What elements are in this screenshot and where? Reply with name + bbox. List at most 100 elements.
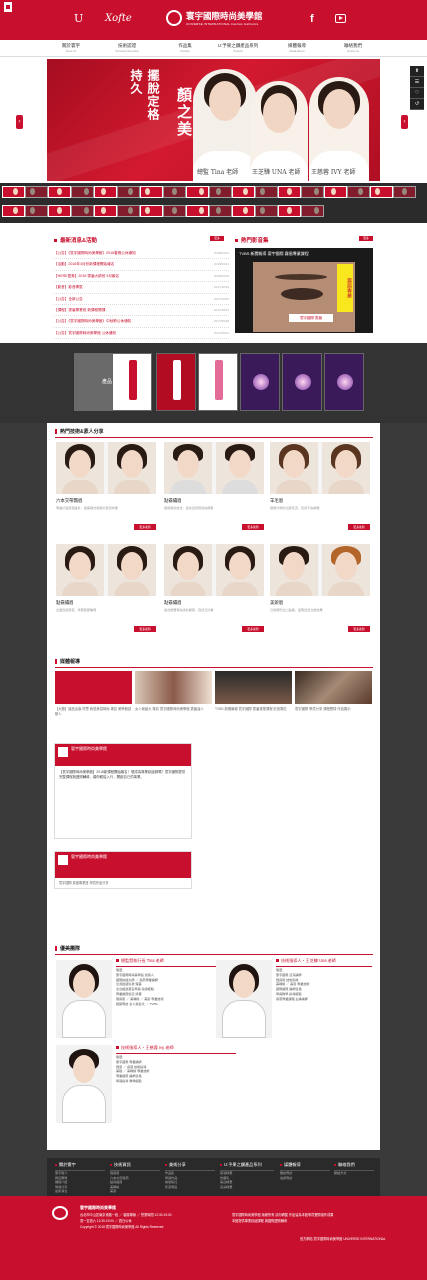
list-item[interactable]: 【公告】寰宇國際時尚美學館 公休通知 2017/06/01 (54, 328, 229, 340)
banner-thumb[interactable] (117, 186, 140, 198)
share-card[interactable]: 點霧繡眉 全面改造眉型，修飾臉部輪廓 更多案例 (56, 544, 156, 642)
list-item[interactable]: 【影音】影音專區 2017/12/20 (54, 282, 229, 294)
banner-thumb[interactable] (255, 205, 278, 217)
teacher-title[interactable]: 技術指導人・王慈蓉 Ivy 老師 (116, 1045, 236, 1054)
media-item[interactable]: 女人我最大 專訪 寰宇國際時尚美學館 霧眉達人 (135, 671, 212, 719)
footer-logo-icon[interactable] (52, 1206, 68, 1220)
bookmark-icon[interactable] (4, 2, 12, 12)
news-more-button[interactable]: 更多 (210, 236, 224, 241)
list-item[interactable]: 【公告】《寰宇國際時尚美學館》2018春假公休通知 2018/04/01 (54, 248, 229, 260)
list-item[interactable]: 【公告】《寰宇國際時尚美學館》中秋節公休通知 2017/09/28 (54, 316, 229, 328)
share-card[interactable]: 點霧繡眉 適合想要有妝感的顧客，自然又好看 更多案例 (164, 544, 264, 642)
menu-icon[interactable]: ☰ (410, 77, 424, 88)
banner-next-button[interactable]: › (401, 115, 408, 129)
share-card[interactable]: 羊毛眉 根根分明的立體毛流，自然不失精緻 更多案例 (270, 442, 370, 540)
banner-thumb[interactable] (94, 186, 117, 198)
product-item[interactable] (198, 353, 238, 411)
list-item[interactable]: 【課程】霧眉專業班 新課程開課 2017/08/01 (54, 305, 229, 317)
banner-thumb[interactable] (25, 186, 48, 198)
media-caption[interactable]: TVBS 新聞報導 寰宇國際 霧眉專業課程 影音專區 (215, 707, 292, 712)
media-item[interactable]: 【大陸】誠品出版 妤思 我是美容時尚 專訪 美學館創辦人 (55, 671, 132, 719)
footer-column-title[interactable]: 關於寰宇 (55, 1162, 105, 1171)
u-logo[interactable]: U (74, 12, 83, 25)
top-icon[interactable]: ⬆ (410, 66, 424, 77)
xofte-logo[interactable]: Xofte (105, 13, 132, 24)
footer-link[interactable]: 聯絡方式 (334, 1171, 374, 1176)
banner-thumb[interactable] (48, 186, 71, 198)
banner-prev-button[interactable]: ‹ (16, 115, 23, 129)
banner-thumb[interactable] (278, 205, 301, 217)
footer-column-title[interactable]: U:予果之鑽產品系列 (220, 1162, 274, 1171)
hero-banner[interactable]: 持久 擺脫定格 綻放你的素顏之美 總監 Tina 老師 王芝驊 UNA 老師 王… (47, 59, 380, 181)
banner-thumb[interactable] (255, 186, 278, 198)
news-item-title[interactable]: 【公告】寰宇國際時尚美學館 公休通知 (54, 328, 204, 339)
banner-thumb[interactable] (347, 186, 370, 198)
teacher-title[interactable]: 技術指導人・王芝驊 Una 老師 (276, 958, 372, 967)
footer-link[interactable]: 亮采精華 (220, 1185, 274, 1190)
footer-column-title[interactable]: 技術資訊 (110, 1162, 160, 1171)
facebook-page-name[interactable]: 寰宇國際時尚美學館 (71, 854, 107, 860)
banner-thumb[interactable] (324, 186, 347, 198)
list-item[interactable]: 【活動】2018年4月份新課程開始報名 2018/03/21 (54, 259, 229, 271)
media-thumbnail[interactable] (135, 671, 212, 704)
facebook-widget-2[interactable]: 寰宇國際時尚美學館 寰宇國際 霧眉專業班 學員作品分享 (54, 851, 192, 889)
banner-thumb[interactable] (301, 205, 324, 217)
facebook-cover[interactable]: 寰宇國際時尚美學館 (55, 852, 191, 878)
video-more-button[interactable]: 更多 (359, 236, 373, 241)
news-item-title[interactable]: 【公告】《寰宇國際時尚美學館》中秋節公休通知 (54, 316, 204, 327)
media-caption[interactable]: 【大陸】誠品出版 妤思 我是美容時尚 專訪 美學館創辦人 (55, 707, 132, 716)
product-item[interactable] (156, 353, 196, 411)
list-item[interactable]: 【HERE愛美】2018 霧眉大師班 5月報名 2018/03/05 (54, 271, 229, 283)
banner-thumb[interactable] (301, 186, 324, 198)
product-item[interactable] (112, 353, 152, 411)
product-item[interactable] (282, 353, 322, 411)
youtube-icon[interactable] (335, 14, 346, 23)
banner-thumb[interactable] (2, 205, 25, 217)
banner-thumb[interactable] (370, 186, 393, 198)
media-thumbnail[interactable] (295, 671, 372, 704)
news-item-title[interactable]: 【公告】全新公告 (54, 294, 204, 305)
banner-thumb[interactable] (163, 205, 186, 217)
banner-thumb[interactable] (25, 205, 48, 217)
media-caption[interactable]: 寰宇國際 學員分享 課程實錄 作品展示 (295, 707, 372, 712)
favorite-icon[interactable]: ♡ (410, 88, 424, 99)
banner-thumb[interactable] (278, 186, 301, 198)
banner-thumb[interactable] (209, 186, 232, 198)
banner-thumb[interactable] (117, 205, 140, 217)
nav-item-media[interactable]: 媒體報導 Media Report (272, 43, 322, 53)
facebook-widget[interactable]: 寰宇國際時尚美學館 【寰宇國際時尚美學館】2018新課程開始報名！想成為專業紋繡… (54, 743, 192, 839)
more-cases-button[interactable]: 更多案例 (242, 524, 264, 530)
footer-link[interactable]: 電視專訪 (280, 1176, 330, 1181)
video-frame[interactable]: 寰宇國際 霧眉 霧眉專業 (253, 262, 355, 332)
more-cases-button[interactable]: 更多案例 (348, 524, 370, 530)
banner-thumb[interactable] (186, 205, 209, 217)
banner-thumb[interactable] (140, 186, 163, 198)
footer-column-title[interactable]: 聯絡我們 (334, 1162, 374, 1171)
refresh-icon[interactable]: ↺ (410, 99, 424, 110)
banner-thumb[interactable] (48, 205, 71, 217)
media-caption[interactable]: 女人我最大 專訪 寰宇國際時尚美學館 霧眉達人 (135, 707, 212, 712)
product-item[interactable] (324, 353, 364, 411)
brand-logo[interactable]: 寰宇國際時尚美學館 UNIVERSE INTERNATIONAL Fashion… (166, 9, 276, 31)
list-item[interactable]: 【公告】全新公告 2017/10/05 (54, 294, 229, 305)
banner-thumb[interactable] (71, 186, 94, 198)
media-item[interactable]: 寰宇國際 學員分享 課程實錄 作品展示 (295, 671, 372, 719)
media-item[interactable]: TVBS 新聞報導 寰宇國際 霧眉專業課程 影音專區 (215, 671, 292, 719)
banner-thumb[interactable] (2, 186, 25, 198)
more-cases-button[interactable]: 更多案例 (134, 626, 156, 632)
news-item-title[interactable]: 【HERE愛美】2018 霧眉大師班 5月報名 (54, 271, 204, 282)
share-card[interactable]: 六本交帶飄眉 專屬訂製眉型設計，媲美韓式霧眉的自然效果 更多案例 (56, 442, 156, 540)
banner-thumb[interactable] (186, 186, 209, 198)
nav-item-portfolio[interactable]: 作品集 Portfolio (160, 43, 210, 53)
footer-column-title[interactable]: 美術分享 (165, 1162, 215, 1171)
news-item-title[interactable]: 【活動】2018年4月份新課程開始報名 (54, 259, 204, 270)
facebook-page-name[interactable]: 寰宇國際時尚美學館 (71, 746, 107, 752)
footer-link[interactable]: 美唇 (110, 1189, 160, 1194)
media-thumbnail[interactable] (55, 671, 132, 704)
banner-thumb[interactable] (232, 186, 255, 198)
footer-link[interactable]: 影音專區 (165, 1185, 215, 1190)
banner-thumb[interactable] (393, 186, 416, 198)
media-thumbnail[interactable] (215, 671, 292, 704)
banner-thumb[interactable] (71, 205, 94, 217)
teacher-photo[interactable] (216, 960, 272, 1038)
